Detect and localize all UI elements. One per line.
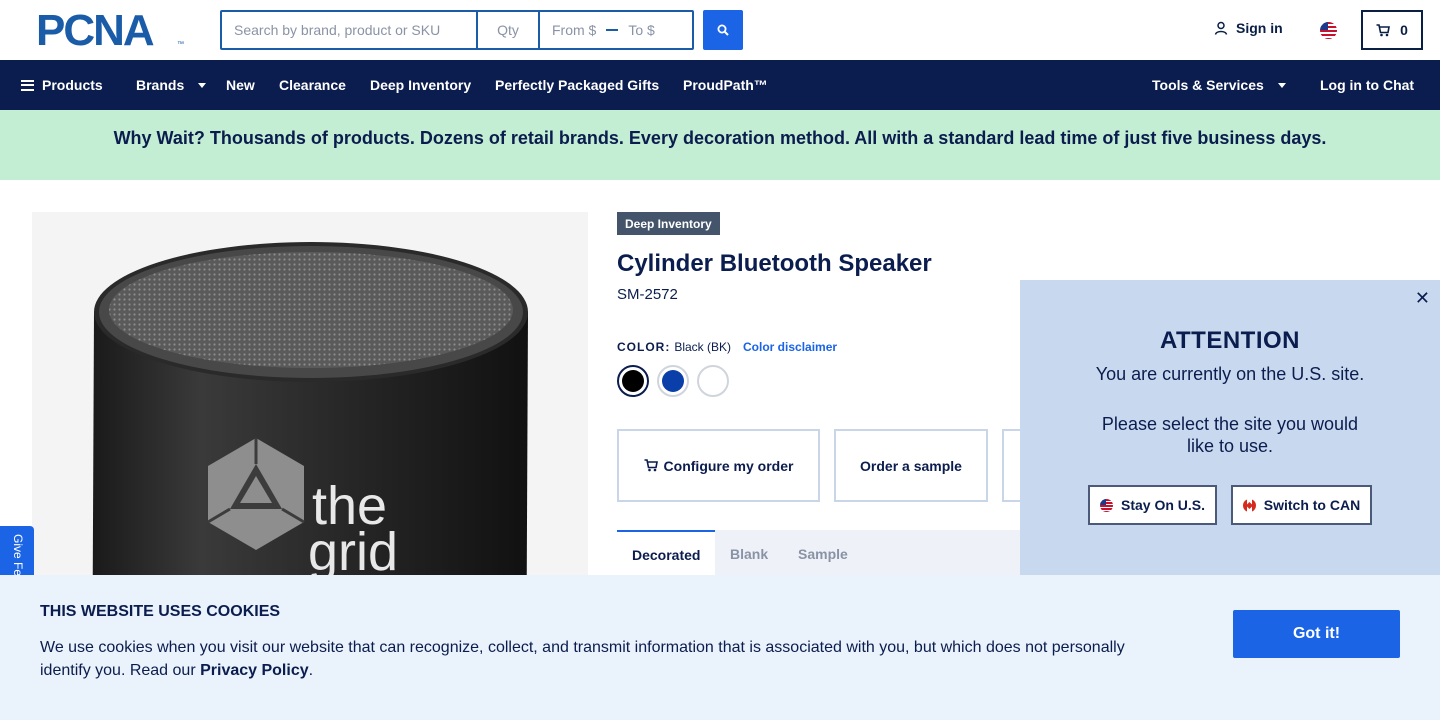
nav-products[interactable]: Products: [21, 60, 103, 110]
cart-button[interactable]: 0: [1361, 10, 1423, 50]
caret-down-icon: [1277, 82, 1286, 88]
configure-label: Configure my order: [663, 457, 794, 474]
hamburger-icon: [21, 79, 34, 91]
color-disclaimer-link[interactable]: Color disclaimer: [743, 340, 837, 354]
product-title: Cylinder Bluetooth Speaker: [617, 250, 932, 277]
pricing-tabs: Decorated Blank Sample: [617, 530, 1057, 578]
nav-label: Perfectly Packaged Gifts: [495, 77, 660, 93]
nav-label: Clearance: [279, 77, 346, 93]
caret-down-icon: [198, 82, 207, 88]
price-from-input[interactable]: From $: [552, 22, 596, 38]
nav-new[interactable]: New: [226, 60, 255, 110]
nav-label: Brands: [136, 77, 185, 93]
search-button[interactable]: [703, 10, 743, 50]
color-label: COLOR:: [617, 340, 671, 354]
order-sample-button[interactable]: Order a sample: [834, 429, 988, 502]
nav-label: Tools & Services: [1152, 77, 1264, 93]
color-row: COLOR: Black (BK) Color disclaimer: [617, 340, 837, 354]
search-input[interactable]: Search by brand, product or SKU: [222, 12, 478, 48]
pcna-logo[interactable]: PCNA ™: [36, 9, 186, 53]
cookie-title: THIS WEBSITE USES COOKIES: [40, 603, 281, 620]
nav-label: New: [226, 77, 255, 93]
stay-label: Stay On U.S.: [1120, 497, 1206, 513]
search-bar: Search by brand, product or SKU Qty From…: [220, 10, 694, 50]
canada-flag-icon: [1242, 498, 1256, 512]
cart-count: 0: [1400, 22, 1408, 38]
site-header: PCNA ™ Search by brand, product or SKU Q…: [0, 0, 1440, 60]
nav-proudpath[interactable]: ProudPath™: [683, 60, 768, 110]
attention-message: You are currently on the U.S. site.: [1095, 364, 1365, 384]
price-to-input[interactable]: To $: [628, 22, 654, 38]
attention-instruction: Please select the site you would like to…: [1101, 414, 1359, 456]
site-selector-modal: ✕ ATTENTION You are currently on the U.S…: [1020, 280, 1440, 575]
nav-label: Deep Inventory: [370, 77, 472, 93]
nav-label: Products: [42, 77, 103, 93]
us-flag-icon: [1099, 498, 1113, 512]
nav-deep-inventory[interactable]: Deep Inventory: [370, 60, 471, 110]
nav-label: Log in to Chat: [1320, 77, 1415, 93]
cookie-period: .: [308, 662, 314, 679]
attention-title: ATTENTION: [1159, 327, 1301, 354]
stay-on-us-button[interactable]: Stay On U.S.: [1088, 485, 1217, 525]
price-range: From $ To $: [540, 12, 692, 48]
close-icon[interactable]: ✕: [1415, 288, 1430, 309]
order-sample-label: Order a sample: [860, 457, 962, 474]
qty-input[interactable]: Qty: [478, 12, 540, 48]
swatch-blue[interactable]: [657, 365, 689, 397]
sign-in-label: Sign in: [1236, 20, 1283, 36]
tab-decorated[interactable]: Decorated: [617, 530, 716, 578]
tab-blank[interactable]: Blank: [730, 530, 768, 578]
main-nav: Products Brands New Clearance Deep Inven…: [0, 60, 1440, 110]
nav-tools-services[interactable]: Tools & Services: [1152, 60, 1286, 110]
search-icon: [717, 24, 729, 36]
product-sku: SM-2572: [617, 286, 678, 303]
logo-trademark: ™: [177, 41, 184, 48]
logo-text-grid: grid: [308, 522, 398, 582]
feedback-label: Give Fe: [11, 534, 25, 577]
nav-label: ProudPath™: [683, 77, 768, 93]
sign-in-link[interactable]: Sign in: [1214, 20, 1283, 36]
privacy-policy-link[interactable]: Privacy Policy: [200, 662, 309, 679]
swatch-black[interactable]: [617, 365, 649, 397]
cart-icon: [644, 459, 658, 472]
range-dash: [606, 29, 619, 31]
color-value: Black (BK): [674, 340, 732, 354]
switch-label: Switch to CAN: [1263, 497, 1361, 513]
promo-banner: Why Wait? Thousands of products. Dozens …: [0, 110, 1440, 180]
tab-sample[interactable]: Sample: [798, 530, 848, 578]
configure-order-button[interactable]: Configure my order: [617, 429, 820, 502]
color-swatches: [617, 365, 729, 397]
logo-text: PCNA: [36, 6, 155, 55]
promo-text: Why Wait? Thousands of products. Dozens …: [113, 127, 1327, 148]
cookie-banner: THIS WEBSITE USES COOKIES We use cookies…: [0, 575, 1440, 720]
cookie-text: We use cookies when you visit our websit…: [40, 636, 1140, 682]
deep-inventory-badge: Deep Inventory: [617, 212, 720, 235]
cart-icon: [1376, 23, 1391, 36]
got-it-button[interactable]: Got it!: [1233, 610, 1400, 658]
nav-brands[interactable]: Brands: [136, 60, 207, 110]
swatch-white[interactable]: [697, 365, 729, 397]
user-icon: [1214, 21, 1228, 35]
nav-log-in-to-chat[interactable]: Log in to Chat: [1320, 60, 1414, 110]
switch-to-can-button[interactable]: Switch to CAN: [1231, 485, 1372, 525]
us-flag-icon[interactable]: [1320, 22, 1337, 39]
nav-clearance[interactable]: Clearance: [279, 60, 346, 110]
nav-perfectly-packaged-gifts[interactable]: Perfectly Packaged Gifts: [495, 60, 659, 110]
